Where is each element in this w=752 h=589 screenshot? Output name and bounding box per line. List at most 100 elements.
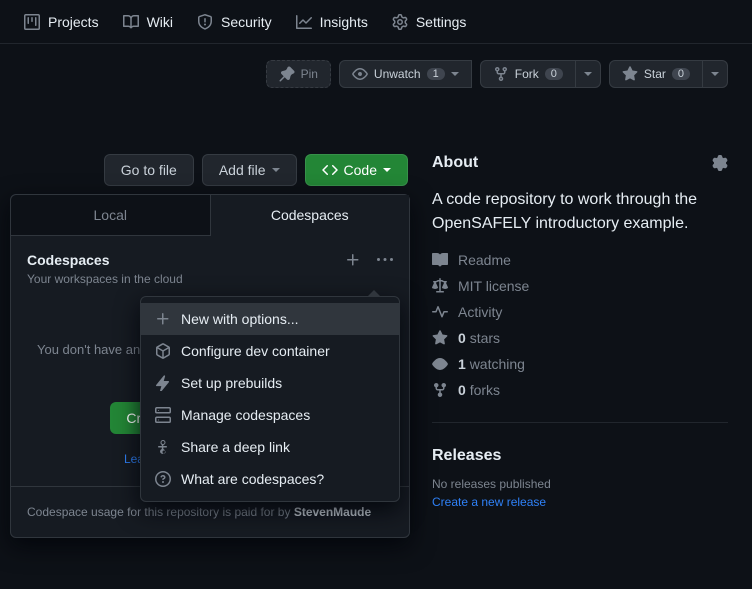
menu-manage-label: Manage codespaces [181, 407, 310, 423]
menu-what-label: What are codespaces? [181, 471, 324, 487]
nav-security-label: Security [221, 14, 272, 30]
question-icon [155, 471, 171, 487]
repo-nav: Projects Wiki Security Insights Settings [0, 0, 752, 44]
book-icon [123, 14, 139, 30]
about-sidebar: About A code repository to work through … [432, 104, 728, 509]
nav-projects[interactable]: Projects [16, 6, 107, 38]
eye-icon [432, 356, 448, 372]
repo-actions: Pin Unwatch 1 Fork 0 Star 0 [0, 44, 752, 104]
chevron-down-icon [383, 168, 391, 172]
star-label: Star [644, 67, 666, 81]
meta-activity-label: Activity [458, 304, 502, 320]
unwatch-label: Unwatch [374, 67, 421, 81]
menu-configure-label: Configure dev container [181, 343, 330, 359]
nav-projects-label: Projects [48, 14, 99, 30]
tab-codespaces[interactable]: Codespaces [211, 195, 410, 236]
star-icon [622, 66, 638, 82]
pin-button[interactable]: Pin [266, 60, 331, 88]
law-icon [432, 278, 448, 294]
code-button[interactable]: Code [305, 154, 408, 186]
nav-insights-label: Insights [320, 14, 368, 30]
menu-configure-dev-container[interactable]: Configure dev container [141, 335, 399, 367]
codespaces-title: Codespaces [27, 252, 183, 268]
fork-count: 0 [545, 68, 563, 80]
nav-settings-label: Settings [416, 14, 467, 30]
nav-security[interactable]: Security [189, 6, 280, 38]
nav-wiki[interactable]: Wiki [115, 6, 181, 38]
codespaces-header: Codespaces Your workspaces in the cloud [11, 236, 409, 302]
meta-license-label: MIT license [458, 278, 529, 294]
code-panel-tabs: Local Codespaces [11, 195, 409, 236]
kebab-icon[interactable] [377, 252, 393, 268]
watching-text: watching [470, 356, 525, 372]
stars-text: stars [470, 330, 500, 346]
nav-settings[interactable]: Settings [384, 6, 475, 38]
pin-icon [279, 66, 295, 82]
about-heading: About [432, 154, 478, 172]
add-file-label: Add file [219, 162, 266, 178]
gear-icon[interactable] [712, 155, 728, 171]
tab-codespaces-label: Codespaces [271, 207, 349, 223]
menu-what-are-codespaces[interactable]: What are codespaces? [141, 463, 399, 495]
codespaces-icon [155, 407, 171, 423]
meta-forks[interactable]: 0 forks [432, 382, 728, 398]
eye-icon [352, 66, 368, 82]
meta-stars[interactable]: 0 stars [432, 330, 728, 346]
go-to-file-label: Go to file [121, 162, 177, 178]
fork-icon [493, 66, 509, 82]
star-button[interactable]: Star 0 [609, 60, 703, 88]
meta-readme-label: Readme [458, 252, 511, 268]
fork-icon [432, 382, 448, 398]
nav-insights[interactable]: Insights [288, 6, 376, 38]
create-release-link[interactable]: Create a new release [432, 495, 546, 509]
menu-set-up-prebuilds[interactable]: Set up prebuilds [141, 367, 399, 399]
stars-count: 0 [458, 330, 466, 346]
unwatch-button[interactable]: Unwatch 1 [339, 60, 472, 88]
code-icon [322, 162, 338, 178]
go-to-file-button[interactable]: Go to file [104, 154, 194, 186]
menu-manage-codespaces[interactable]: Manage codespaces [141, 399, 399, 431]
watch-count: 1 [427, 68, 445, 80]
star-icon [432, 330, 448, 346]
codespaces-subtitle: Your workspaces in the cloud [27, 272, 183, 286]
chevron-down-icon [272, 168, 280, 172]
releases-heading: Releases [432, 447, 728, 465]
tab-local-label: Local [94, 207, 127, 223]
tab-local[interactable]: Local [11, 195, 211, 236]
meta-readme[interactable]: Readme [432, 252, 728, 268]
chevron-down-icon [451, 72, 459, 76]
add-file-button[interactable]: Add file [202, 154, 297, 186]
forks-count: 0 [458, 382, 466, 398]
fork-label: Fork [515, 67, 539, 81]
pulse-icon [432, 304, 448, 320]
meta-license[interactable]: MIT license [432, 278, 728, 294]
gear-icon [392, 14, 408, 30]
create-release-label: Create a new release [432, 495, 546, 509]
meta-activity[interactable]: Activity [432, 304, 728, 320]
menu-share-deep-link[interactable]: Share a deep link [141, 431, 399, 463]
star-dropdown[interactable] [703, 60, 728, 88]
shield-icon [197, 14, 213, 30]
fork-dropdown[interactable] [576, 60, 601, 88]
watching-count: 1 [458, 356, 466, 372]
about-description: A code repository to work through the Op… [432, 188, 728, 236]
meta-watching[interactable]: 1 watching [432, 356, 728, 372]
main-column: Go to file Add file Code Local Codespace… [0, 104, 408, 509]
plus-icon[interactable] [345, 252, 361, 268]
container-icon [155, 343, 171, 359]
chevron-down-icon [711, 72, 719, 76]
pin-label: Pin [301, 67, 318, 81]
forks-text: forks [470, 382, 500, 398]
fork-group: Fork 0 [480, 60, 601, 88]
footer-prefix: Codespace usage for this repository is p… [27, 505, 294, 519]
star-group: Star 0 [609, 60, 728, 88]
share-icon [155, 439, 171, 455]
project-icon [24, 14, 40, 30]
graph-icon [296, 14, 312, 30]
menu-new-with-options[interactable]: New with options... [141, 303, 399, 335]
footer-user: StevenMaude [294, 505, 371, 519]
menu-share-label: Share a deep link [181, 439, 290, 455]
codespaces-options-menu: New with options... Configure dev contai… [140, 296, 400, 502]
star-count: 0 [672, 68, 690, 80]
fork-button[interactable]: Fork 0 [480, 60, 576, 88]
